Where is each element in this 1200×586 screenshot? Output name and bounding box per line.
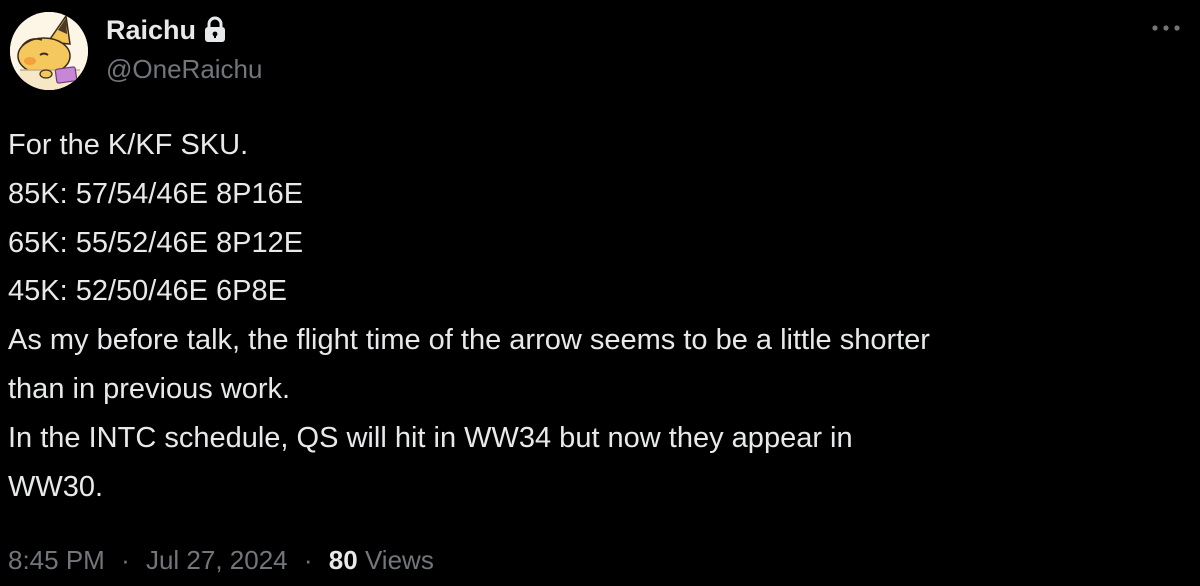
post-footer: 8:45 PM · Jul 27, 2024 · 80 Views: [8, 545, 434, 576]
raichu-avatar-image: [10, 12, 88, 90]
separator: ·: [303, 545, 313, 575]
handle[interactable]: @OneRaichu: [106, 54, 262, 85]
display-name-row: Raichu: [106, 10, 262, 50]
separator: ·: [121, 545, 130, 575]
post-text-line: 85K: 57/54/46E 8P16E: [8, 177, 304, 210]
author-names: Raichu @OneRaichu: [106, 10, 262, 85]
post-text-line: than in previous work.: [8, 372, 291, 405]
post-text-line: As my before talk, the flight time of th…: [8, 324, 930, 357]
display-name[interactable]: Raichu: [106, 15, 196, 46]
post-time[interactable]: 8:45 PM: [8, 545, 105, 575]
post-date[interactable]: Jul 27, 2024: [146, 545, 288, 575]
post-text-line: 45K: 52/50/46E 6P8E: [8, 275, 287, 308]
views-count: 80: [328, 545, 358, 575]
avatar[interactable]: [10, 12, 88, 90]
post: Raichu @OneRaichu For the K/KF SKU. 85K:…: [0, 0, 1200, 586]
post-text-line: For the K/KF SKU.: [8, 129, 249, 161]
lock-icon: [203, 16, 227, 44]
post-text-line: WW30.: [8, 470, 104, 503]
post-text-line: In the INTC schedule, QS will hit in WW3…: [8, 421, 853, 454]
post-text: For the K/KF SKU. 85K: 57/54/46E 8P16E 6…: [8, 121, 1188, 511]
post-text-line: 65K: 55/52/46E 8P12E: [8, 226, 304, 259]
more-horizontal-icon[interactable]: [1146, 14, 1186, 42]
views-label: Views: [364, 545, 434, 575]
post-header: Raichu @OneRaichu: [8, 10, 1192, 92]
